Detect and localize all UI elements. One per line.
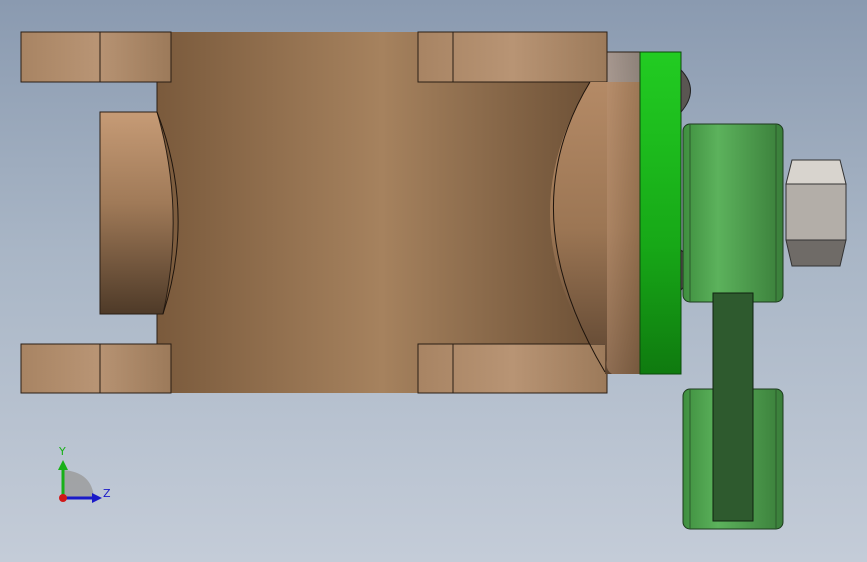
nut-bottom-face (785, 239, 847, 267)
y-axis-arrow-icon (58, 460, 68, 470)
axis-triad: Y Z (58, 445, 111, 503)
hub-cylinder (682, 123, 784, 303)
upper-bolt (680, 68, 691, 114)
z-axis-arrow-icon (92, 493, 102, 503)
bottom-left-lug-face (20, 343, 172, 394)
body-cylinder (157, 32, 607, 393)
right-end-cap (606, 52, 640, 374)
nut-middle-face (785, 183, 847, 241)
flange-ring (639, 51, 682, 375)
cad-viewport[interactable]: Y Z (0, 0, 867, 562)
hex-nut[interactable] (785, 159, 847, 267)
lever-bar (712, 292, 754, 522)
lever-arm[interactable] (682, 292, 784, 530)
valve-body[interactable] (20, 31, 640, 394)
top-left-lug-face (20, 31, 172, 83)
z-axis-label: Z (103, 487, 111, 500)
flange-seal[interactable] (639, 51, 682, 375)
nut-top-face (785, 159, 847, 185)
x-axis-dot-icon (59, 494, 67, 502)
y-axis-label: Y (58, 445, 66, 458)
triad-plane-icon (63, 470, 94, 498)
bottom-right-lug-face (417, 343, 608, 394)
left-bore-face (99, 111, 174, 315)
top-right-lug-face (417, 31, 608, 83)
handle-hub[interactable] (682, 123, 784, 303)
